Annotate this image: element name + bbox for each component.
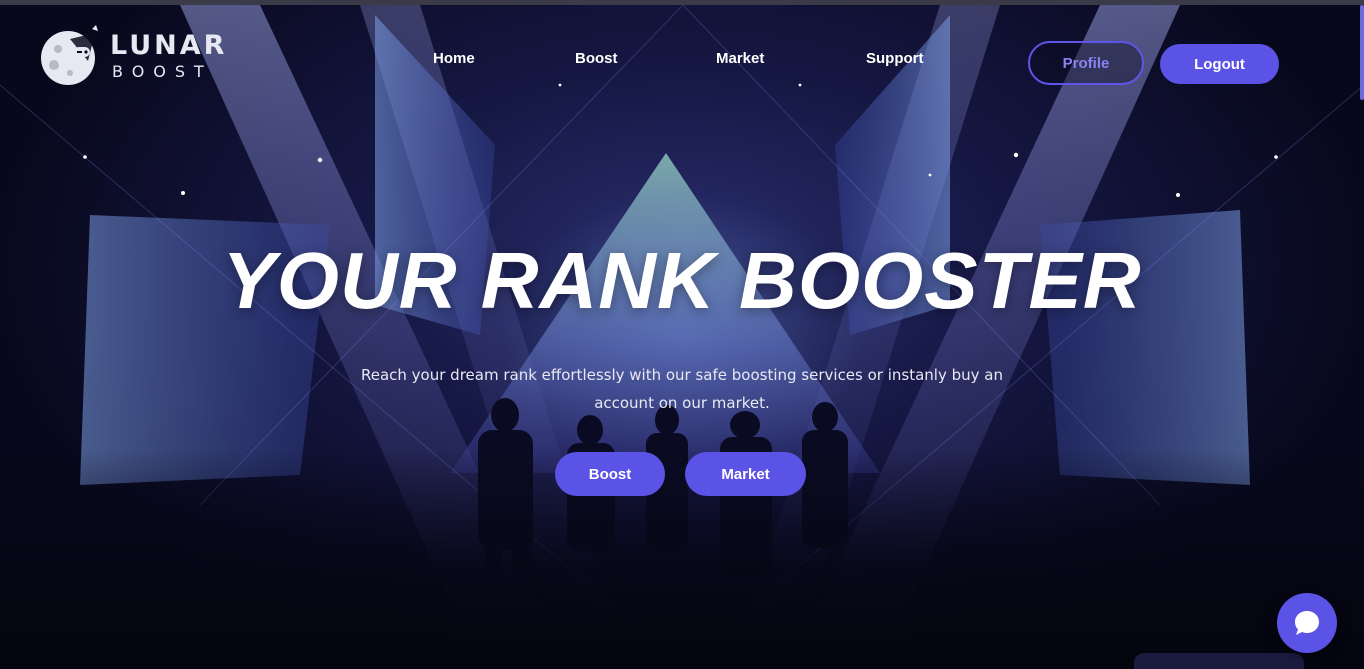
page: LUNAR BOOST Home Boost Market Support Pr… <box>0 0 1364 669</box>
brand-logo[interactable]: LUNAR BOOST <box>40 25 227 87</box>
hero-subtitle: Reach your dream rank effortlessly with … <box>360 366 1003 412</box>
nav-home[interactable]: Home <box>433 50 475 67</box>
nav-boost[interactable]: Boost <box>575 50 618 67</box>
hero-title: YOUR RANK BOOSTER <box>222 236 1142 325</box>
nav-market[interactable]: Market <box>716 50 764 67</box>
page-scrollbar[interactable] <box>1360 5 1364 100</box>
bottom-fade <box>0 449 1364 669</box>
moon-gamepad-icon <box>41 25 98 85</box>
chat-bubble-icon <box>1295 611 1319 635</box>
bottom-tab-decoration <box>1134 653 1304 669</box>
chat-button[interactable] <box>1277 593 1337 653</box>
hero-market-button[interactable]: Market <box>685 452 806 496</box>
brand-name-line2: BOOST <box>112 62 213 81</box>
hero-boost-button[interactable]: Boost <box>555 452 665 496</box>
brand-wordmark: LUNAR BOOST <box>110 32 227 80</box>
brand-name-line1: LUNAR <box>110 30 228 61</box>
logout-button[interactable]: Logout <box>1160 44 1279 84</box>
nav-support[interactable]: Support <box>866 50 924 67</box>
profile-button[interactable]: Profile <box>1028 41 1144 85</box>
